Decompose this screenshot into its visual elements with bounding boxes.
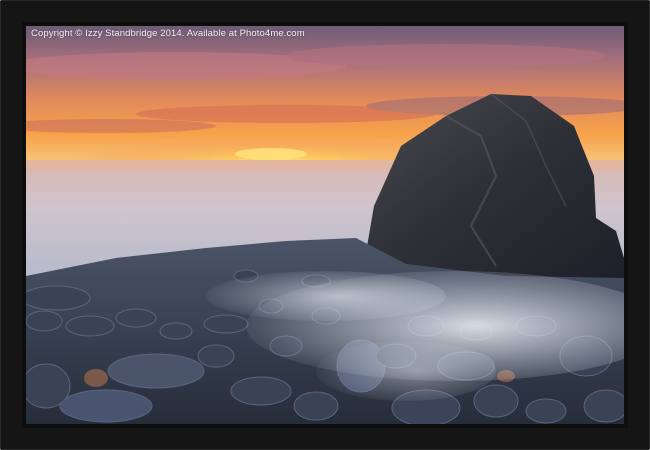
copyright-watermark: Copyright © Izzy Standbridge 2014. Avail… — [31, 28, 305, 39]
sun — [235, 148, 307, 160]
landscape-photo — [26, 26, 624, 424]
